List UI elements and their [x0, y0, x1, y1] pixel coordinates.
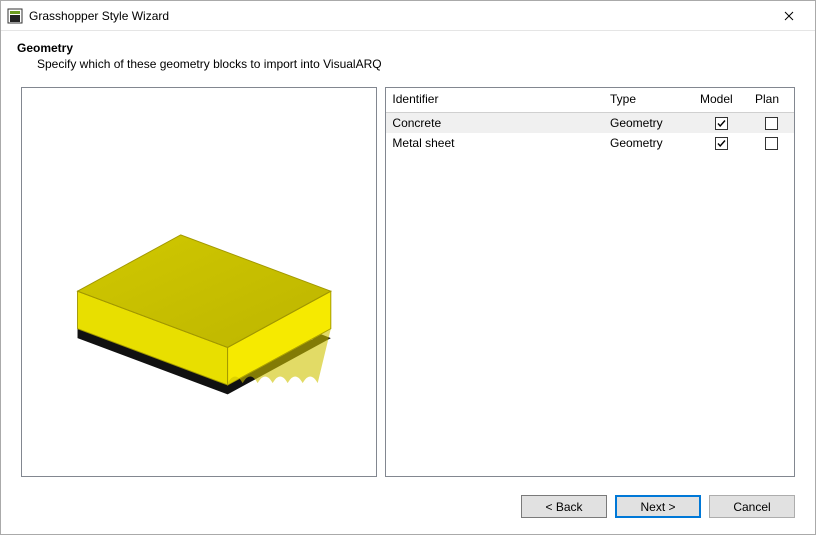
back-button[interactable]: < Back — [521, 495, 607, 518]
preview-panel — [21, 87, 377, 477]
checkbox-plan-cell — [749, 133, 794, 153]
checkbox-plan[interactable] — [765, 137, 778, 150]
app-icon — [7, 8, 23, 24]
checkbox-plan-cell — [749, 113, 794, 133]
cell-identifier[interactable]: Metal sheet — [386, 133, 604, 153]
checkbox-plan[interactable] — [765, 117, 778, 130]
titlebar: Grasshopper Style Wizard — [1, 1, 815, 31]
col-model[interactable]: Model — [694, 88, 749, 113]
cell-identifier[interactable]: Concrete — [386, 113, 604, 133]
page-title: Geometry — [17, 41, 795, 55]
geometry-preview — [40, 146, 359, 418]
check-icon — [716, 118, 727, 129]
page-description: Specify which of these geometry blocks t… — [37, 57, 795, 71]
close-button[interactable] — [766, 2, 811, 30]
wizard-content: Identifier Type Model Plan ConcreteGeome… — [1, 79, 815, 485]
geometry-table: Identifier Type Model Plan ConcreteGeome… — [386, 88, 794, 153]
checkbox-model-cell — [694, 113, 749, 133]
geometry-table-panel: Identifier Type Model Plan ConcreteGeome… — [385, 87, 795, 477]
cell-type: Geometry — [604, 133, 694, 153]
window-title: Grasshopper Style Wizard — [29, 9, 766, 23]
col-plan[interactable]: Plan — [749, 88, 794, 113]
checkbox-model[interactable] — [715, 137, 728, 150]
checkbox-model-cell — [694, 133, 749, 153]
wizard-footer: < Back Next > Cancel — [1, 485, 815, 534]
cell-type: Geometry — [604, 113, 694, 133]
dialog-window: Grasshopper Style Wizard Geometry Specif… — [0, 0, 816, 535]
cancel-button[interactable]: Cancel — [709, 495, 795, 518]
next-button[interactable]: Next > — [615, 495, 701, 518]
checkbox-model[interactable] — [715, 117, 728, 130]
check-icon — [716, 138, 727, 149]
col-type[interactable]: Type — [604, 88, 694, 113]
wizard-header: Geometry Specify which of these geometry… — [1, 31, 815, 79]
col-identifier[interactable]: Identifier — [386, 88, 604, 113]
close-icon — [784, 11, 794, 21]
